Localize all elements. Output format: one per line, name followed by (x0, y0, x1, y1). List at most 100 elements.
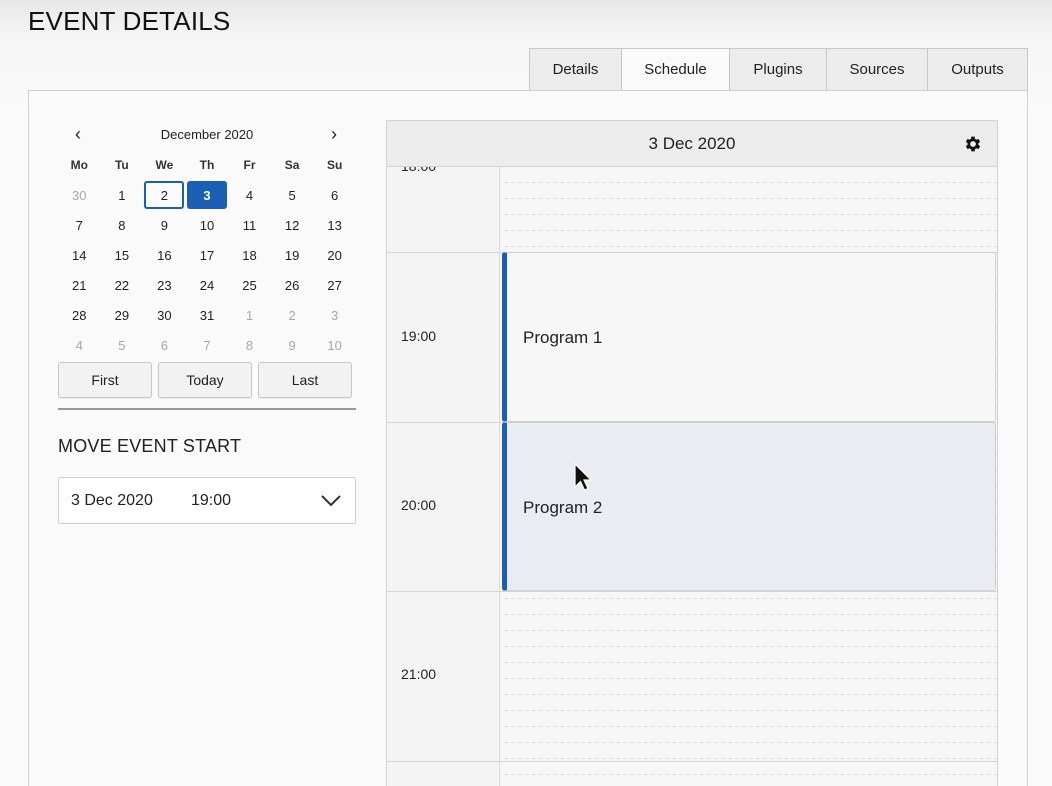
calendar-day[interactable]: 14 (58, 240, 101, 270)
program-block[interactable]: Program 2 (502, 422, 996, 591)
gear-icon[interactable] (963, 134, 983, 154)
calendar-day[interactable]: 5 (271, 180, 314, 210)
tab-details[interactable]: Details (529, 48, 622, 91)
calendar-day[interactable]: 30 (143, 300, 186, 330)
calendar-day[interactable]: 11 (228, 210, 271, 240)
weekday-label: Tu (114, 158, 129, 172)
calendar-day[interactable]: 8 (101, 210, 144, 240)
calendar-day-number: 10 (327, 337, 342, 353)
last-button[interactable]: Last (258, 362, 352, 398)
calendar-grid: Mo Tu We Th Fr Sa Su 30 1 2 3 4 5 6 7 8 9 10 11 12 13… (58, 150, 356, 360)
next-month-icon[interactable]: › (324, 124, 344, 145)
calendar-week-row: 28 29 30 31 1 2 3 (58, 300, 356, 330)
calendar-day-number: 3 (186, 181, 227, 209)
calendar-day[interactable]: 6 (313, 180, 356, 210)
calendar-day[interactable]: 6 (143, 330, 186, 360)
calendar-day[interactable]: 10 (186, 210, 229, 240)
calendar-day[interactable]: 1 (228, 300, 271, 330)
weekday-label: Sa (284, 158, 300, 172)
calendar-day[interactable]: 10 (313, 330, 356, 360)
calendar-day-number: 22 (114, 277, 130, 293)
calendar-day[interactable]: 5 (101, 330, 144, 360)
calendar-day-number: 2 (288, 307, 296, 323)
calendar-day[interactable]: 27 (313, 270, 356, 300)
calendar-day[interactable]: 18 (228, 240, 271, 270)
calendar-day[interactable]: 7 (186, 330, 229, 360)
calendar-day[interactable]: 23 (143, 270, 186, 300)
calendar-day-number: 6 (160, 337, 169, 353)
calendar-day[interactable]: 12 (271, 210, 314, 240)
time-label-21: 21:00 (401, 666, 437, 682)
calendar-day[interactable]: 8 (228, 330, 271, 360)
calendar-day[interactable]: 13 (313, 210, 356, 240)
calendar-day-number: 4 (245, 187, 254, 203)
calendar-day-number: 30 (157, 307, 172, 323)
calendar-day-number: 15 (114, 247, 130, 263)
calendar-buttons: First Today Last (58, 362, 352, 398)
calendar-day[interactable]: 20 (313, 240, 356, 270)
event-start-date: 3 Dec 2020 (71, 492, 153, 509)
schedule-header: 3 Dec 2020 (387, 121, 997, 167)
calendar-day[interactable]: 19 (271, 240, 314, 270)
calendar-day[interactable]: 2 (271, 300, 314, 330)
tab-schedule[interactable]: Schedule (622, 48, 730, 91)
today-button[interactable]: Today (158, 362, 252, 398)
calendar-day-number: 7 (75, 217, 83, 233)
calendar-day[interactable]: 30 (58, 180, 101, 210)
calendar-day[interactable]: 7 (58, 210, 101, 240)
calendar-day[interactable]: 24 (186, 270, 229, 300)
calendar-day[interactable]: 21 (58, 270, 101, 300)
calendar-day[interactable]: 4 (58, 330, 101, 360)
calendar-day-number: 4 (75, 337, 83, 353)
tab-sources[interactable]: Sources (827, 48, 928, 91)
calendar-day[interactable]: 9 (271, 330, 314, 360)
calendar-day[interactable]: 15 (101, 240, 144, 270)
calendar-day[interactable]: 3 (186, 180, 229, 210)
tab-bar: Details Schedule Plugins Sources Outputs (529, 48, 1028, 91)
move-event-start-heading: MOVE EVENT START (58, 436, 242, 456)
calendar-day-number: 23 (157, 277, 172, 293)
calendar-day[interactable]: 25 (228, 270, 271, 300)
calendar-day[interactable]: 3 (313, 300, 356, 330)
time-column (387, 167, 500, 786)
calendar-day-number: 18 (242, 247, 257, 263)
tab-plugins[interactable]: Plugins (730, 48, 827, 91)
program-block[interactable]: Program 1 (502, 252, 996, 422)
calendar-day-number: 16 (157, 247, 172, 263)
weekday-label: Fr (243, 158, 256, 172)
event-start-time: 19:00 (191, 492, 232, 509)
tab-outputs[interactable]: Outputs (928, 48, 1028, 91)
weekday-label: Mo (70, 158, 88, 172)
calendar-day-number: 31 (199, 307, 215, 323)
calendar-day-number: 28 (72, 307, 87, 323)
hour-divider (387, 591, 997, 592)
schedule-view: 18:00 19:00 20:00 21:00 Program 1 Progra… (386, 120, 998, 786)
calendar-day[interactable]: 1 (101, 180, 144, 210)
calendar-day[interactable]: 17 (186, 240, 229, 270)
calendar-day-number: 29 (114, 307, 130, 323)
calendar-day[interactable]: 2 (143, 180, 186, 210)
calendar-day-number: 24 (199, 277, 215, 293)
calendar-day[interactable]: 29 (101, 300, 144, 330)
calendar-weekday-row: Mo Tu We Th Fr Sa Su (58, 150, 356, 180)
event-start-select[interactable]: 3 Dec 2020 19:00 (58, 477, 356, 524)
calendar-day[interactable]: 31 (186, 300, 229, 330)
calendar-day-number: 10 (199, 217, 215, 233)
calendar-day-number: 6 (331, 187, 339, 203)
time-label-19: 19:00 (401, 328, 437, 344)
calendar-day-number: 1 (118, 187, 126, 203)
calendar-day-number: 5 (118, 337, 126, 353)
calendar-day[interactable]: 26 (271, 270, 314, 300)
calendar-day-number: 14 (72, 247, 87, 263)
calendar-day[interactable]: 16 (143, 240, 186, 270)
first-button[interactable]: First (58, 362, 152, 398)
calendar-day[interactable]: 4 (228, 180, 271, 210)
weekday-label: Su (326, 158, 343, 172)
calendar-day-number: 26 (284, 277, 300, 293)
calendar-day[interactable]: 9 (143, 210, 186, 240)
calendar-day[interactable]: 22 (101, 270, 144, 300)
calendar-day-number: 8 (118, 217, 126, 233)
calendar-day[interactable]: 28 (58, 300, 101, 330)
calendar-day-number: 19 (284, 247, 300, 263)
chevron-down-icon (321, 495, 341, 507)
